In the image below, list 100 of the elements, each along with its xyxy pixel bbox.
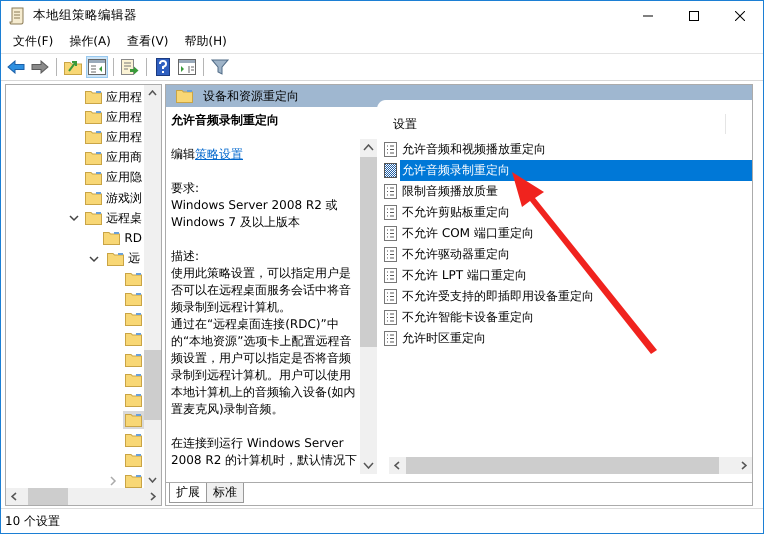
folder-icon bbox=[125, 352, 142, 367]
scroll-thumb[interactable] bbox=[144, 350, 161, 420]
scroll-right-icon[interactable] bbox=[741, 461, 747, 470]
policy-setting-item[interactable]: 允许音频和视频播放重定向 bbox=[400, 139, 752, 160]
folder-icon bbox=[125, 332, 142, 346]
horizontal-scrollbar[interactable] bbox=[6, 488, 161, 505]
tree-item[interactable] bbox=[123, 431, 144, 450]
policy-icon bbox=[384, 268, 397, 283]
back-arrow-icon bbox=[7, 60, 25, 74]
view-tab[interactable]: 标准 bbox=[206, 483, 244, 503]
folder-icon bbox=[125, 474, 142, 488]
scroll-thumb[interactable] bbox=[360, 157, 377, 347]
folder-icon bbox=[176, 89, 193, 103]
requirements-text: Windows Server 2008 R2 或 Windows 7 及以上版本 bbox=[171, 197, 339, 231]
policy-icon bbox=[384, 163, 397, 178]
policy-setting-item[interactable]: 不允许 LPT 端口重定向 bbox=[400, 265, 752, 286]
tree-item[interactable] bbox=[123, 451, 144, 470]
export-list-icon bbox=[121, 59, 139, 75]
menu-item[interactable]: 查看(V) bbox=[118, 33, 176, 50]
close-icon bbox=[735, 10, 745, 20]
maximize-icon bbox=[689, 10, 699, 20]
toolbar-button[interactable] bbox=[119, 56, 141, 78]
folder-icon bbox=[107, 252, 124, 266]
policy-setting-item[interactable]: 不允许受支持的即插即用设备重定向 bbox=[400, 286, 752, 307]
scroll-down-icon[interactable] bbox=[148, 477, 157, 483]
folder-icon bbox=[85, 191, 102, 206]
scroll-left-icon[interactable] bbox=[11, 492, 17, 501]
tree-item[interactable]: 游戏浏 bbox=[83, 189, 144, 208]
folder-icon bbox=[85, 150, 102, 165]
tree-item[interactable]: 远程桌 bbox=[83, 209, 144, 228]
scroll-left-icon[interactable] bbox=[394, 461, 400, 470]
folder-icon bbox=[125, 272, 142, 286]
policy-icon bbox=[384, 142, 397, 157]
policy-icon bbox=[384, 289, 397, 304]
folder-icon bbox=[85, 130, 102, 144]
scroll-up-icon[interactable] bbox=[148, 90, 157, 96]
folder-icon bbox=[125, 312, 142, 326]
folder-icon bbox=[125, 392, 142, 407]
policy-icon bbox=[384, 226, 397, 241]
scroll-right-icon[interactable] bbox=[150, 492, 156, 501]
policy-icon bbox=[384, 205, 397, 220]
policy-icon bbox=[384, 247, 397, 262]
status-text: 10 个设置 bbox=[5, 512, 60, 530]
vertical-scrollbar[interactable] bbox=[144, 85, 161, 488]
policy-settings-link[interactable]: 策略设置 bbox=[195, 147, 243, 161]
filter-icon bbox=[211, 59, 229, 75]
folder-icon bbox=[125, 453, 142, 468]
folder-icon bbox=[125, 372, 142, 387]
policy-setting-item[interactable]: 允许音频录制重定向 bbox=[400, 160, 752, 181]
toolbar-button[interactable] bbox=[86, 56, 108, 78]
policy-icon bbox=[384, 184, 397, 199]
tree-item[interactable]: 应用程 bbox=[83, 128, 144, 146]
policy-setting-item[interactable]: 允许时区重定向 bbox=[400, 328, 752, 349]
policy-setting-item[interactable]: 限制音频播放质量 bbox=[400, 181, 752, 202]
window-title: 本地组策略编辑器 bbox=[33, 7, 137, 24]
tree-item[interactable]: 应用程 bbox=[83, 108, 144, 126]
policy-setting-item[interactable]: 不允许 COM 端口重定向 bbox=[400, 223, 752, 244]
policy-title: 允许音频录制重定向 bbox=[171, 112, 280, 129]
folder-icon bbox=[103, 231, 120, 246]
tree-item[interactable]: RD bbox=[101, 229, 144, 248]
scroll-down-icon[interactable] bbox=[363, 462, 374, 469]
panel-toggle-icon bbox=[88, 59, 106, 75]
tree-item[interactable]: 远 bbox=[105, 250, 142, 268]
policy-setting-item[interactable]: 不允许剪贴板重定向 bbox=[400, 202, 752, 223]
tree-item[interactable]: 应用程 bbox=[83, 88, 144, 106]
section-title: 设备和资源重定向 bbox=[203, 88, 299, 104]
policy-icon bbox=[384, 331, 397, 346]
chevron-down-icon[interactable] bbox=[89, 254, 99, 264]
tree-item[interactable]: 应用商 bbox=[83, 148, 144, 167]
scroll-thumb[interactable] bbox=[28, 488, 68, 505]
tree-item[interactable]: 应用隐 bbox=[83, 168, 144, 187]
chevron-right-icon[interactable] bbox=[108, 476, 118, 486]
policy-setting-item[interactable]: 不允许智能卡设备重定向 bbox=[400, 307, 752, 328]
edit-policy-text: 编辑策略设置 bbox=[171, 146, 244, 163]
vertical-scrollbar[interactable] bbox=[360, 139, 377, 474]
menu-item[interactable]: 操作(A) bbox=[61, 33, 119, 50]
scroll-up-icon[interactable] bbox=[363, 144, 374, 151]
folder-icon bbox=[125, 433, 142, 448]
description-text: 通过在“远程桌面连接(RDC)”中的“本地资源”选项卡上配置远程音频设置，用户可以指定是否将音频录制到远程计算机。用户可以使用本地计算机上的音频输入设备(如内置麦克风)录制音频。 bbox=[171, 316, 357, 418]
requirements-label: 要求: bbox=[171, 180, 200, 197]
folder-icon bbox=[85, 211, 102, 226]
toolbar-button[interactable] bbox=[176, 56, 198, 78]
description-text: 在连接到运行 Windows Server 2008 R2 的计算机时，默认情况下 bbox=[171, 435, 358, 469]
menu-item[interactable]: 文件(F) bbox=[5, 33, 62, 50]
description-text: 使用此策略设置，可以指定用户是否可以在远程桌面服务会话中将音频录制到远程计算机。 bbox=[171, 265, 352, 316]
folder-icon bbox=[85, 170, 102, 185]
folder-icon bbox=[85, 90, 102, 104]
description-label: 描述: bbox=[171, 248, 200, 265]
window-view-icon bbox=[178, 59, 196, 75]
tree-item[interactable] bbox=[123, 330, 144, 348]
view-tab[interactable]: 扩展 bbox=[169, 483, 207, 503]
scroll-icon bbox=[9, 6, 25, 24]
tree-item[interactable] bbox=[123, 310, 144, 328]
menu-item[interactable]: 帮助(H) bbox=[176, 33, 235, 50]
folder-icon bbox=[85, 110, 102, 124]
policy-setting-item[interactable]: 不允许驱动器重定向 bbox=[400, 244, 752, 265]
chevron-down-icon[interactable] bbox=[68, 213, 78, 224]
column-header[interactable]: 设置 bbox=[393, 114, 726, 134]
forward-arrow-icon bbox=[31, 60, 49, 74]
tree-item[interactable] bbox=[123, 411, 144, 430]
